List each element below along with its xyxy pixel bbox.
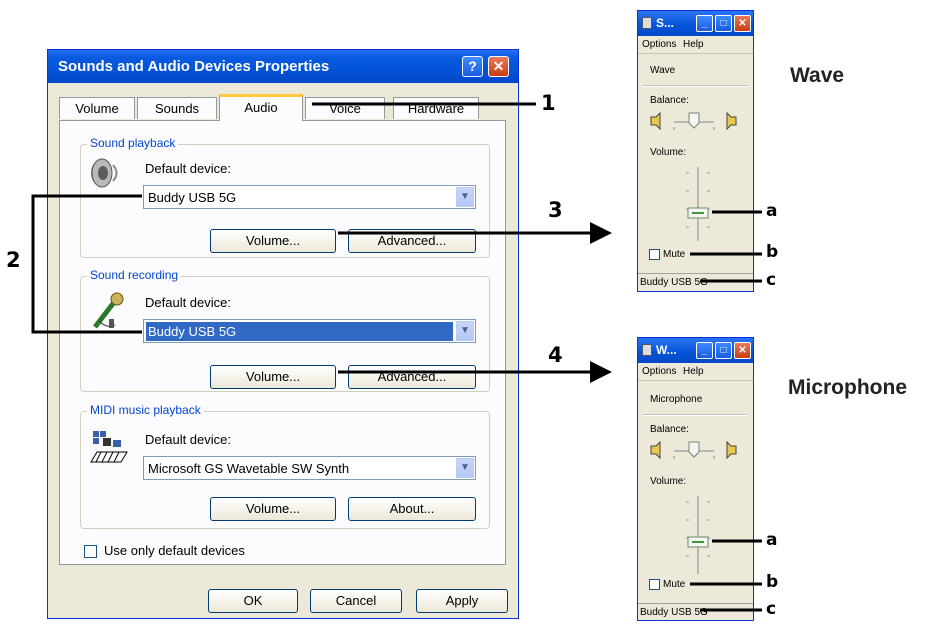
callout-1: 1 [541,91,556,115]
arrow-icon [590,361,612,383]
callout-4: 4 [548,343,563,367]
callout-wave-c: c [766,270,777,290]
callout-mic-c: c [766,599,777,619]
callout-3: 3 [548,198,563,222]
arrow-icon [590,222,612,244]
callout-mic-a: a [766,530,778,550]
callout-lines [31,102,762,612]
callout-wave-a: a [766,201,778,221]
tab-audio[interactable]: Audio [219,94,303,121]
callout-2: 2 [6,248,21,272]
callout-wave-b: b [766,242,779,262]
callout-mic-b: b [766,572,779,592]
